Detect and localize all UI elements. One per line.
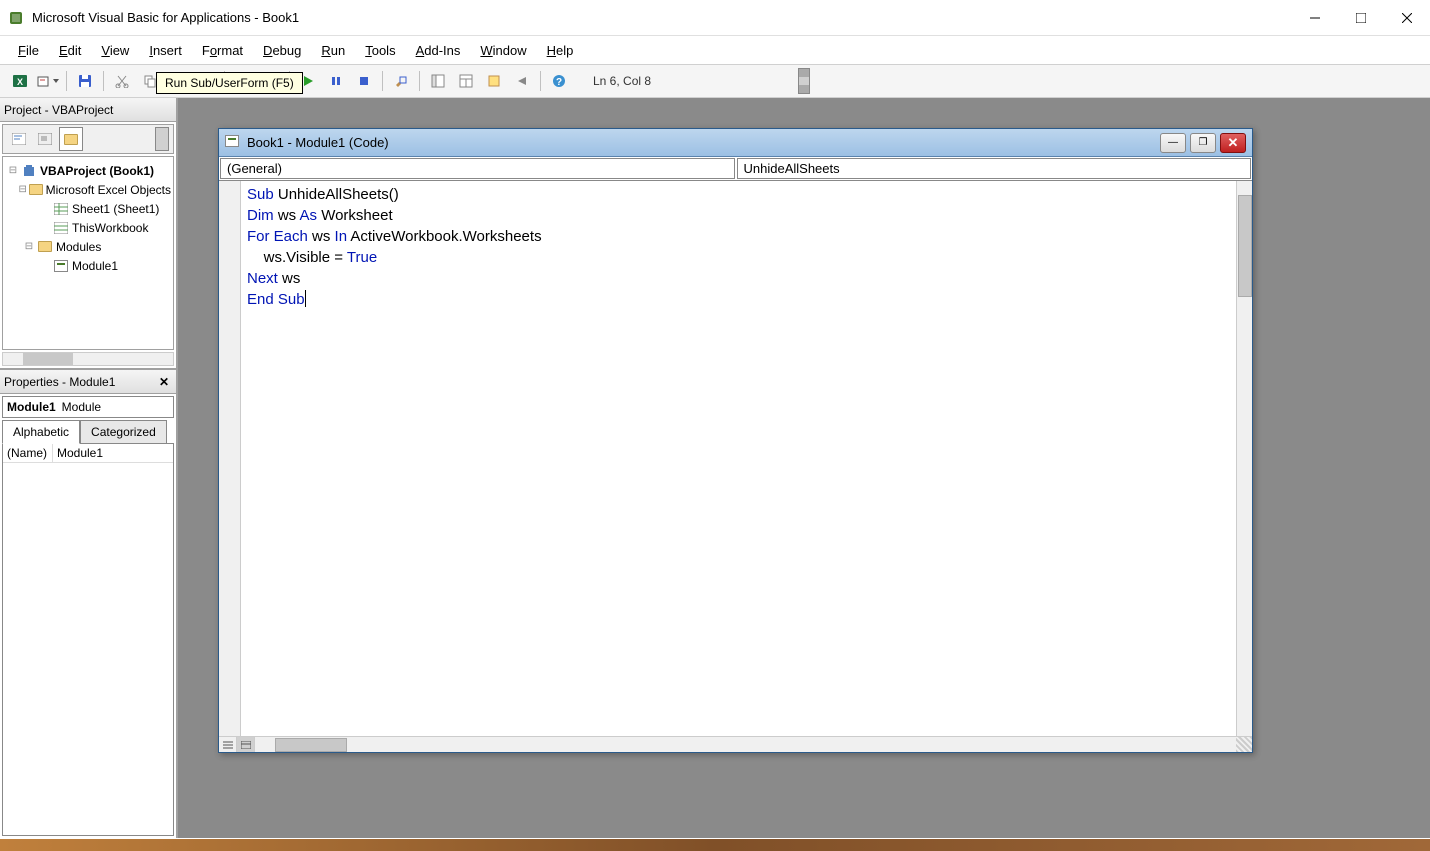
code-hscroll[interactable] [255,737,1236,752]
close-button[interactable] [1384,0,1430,36]
code-window-title: Book1 - Module1 (Code) [247,135,1156,150]
sidebar: Project - VBAProject ⊟VBAProject (Book1)… [0,98,178,838]
cut-button[interactable] [110,69,134,93]
procedure-combo[interactable]: UnhideAllSheets [737,158,1252,179]
properties-window-button[interactable] [454,69,478,93]
procedure-view-button[interactable] [219,737,237,752]
svg-text:X: X [17,77,23,87]
module-icon [225,135,241,151]
project-tree[interactable]: ⊟VBAProject (Book1) ⊟Microsoft Excel Obj… [2,156,174,350]
object-combo[interactable]: (General) [220,158,735,179]
mdi-client-area: Book1 - Module1 (Code) — ❐ ✕ (General) U… [178,98,1430,838]
tree-sheet1[interactable]: Sheet1 (Sheet1) [5,199,171,218]
menubar: File Edit View Insert Format Debug Run T… [0,36,1430,64]
titlebar: Microsoft Visual Basic for Applications … [0,0,1430,36]
menu-run[interactable]: Run [311,39,355,62]
properties-grid[interactable]: (Name) Module1 [2,443,174,836]
properties-close-button[interactable]: ✕ [156,374,172,390]
code-window: Book1 - Module1 (Code) — ❐ ✕ (General) U… [218,128,1253,753]
menu-insert[interactable]: Insert [139,39,192,62]
properties-tabs: Alphabetic Categorized [2,420,174,444]
code-dropdowns: (General) UnhideAllSheets [219,157,1252,181]
menu-format[interactable]: Format [192,39,253,62]
project-explorer-button[interactable] [426,69,450,93]
properties-panel-title: Properties - Module1 [4,375,115,389]
property-name: (Name) [3,444,53,462]
object-browser-button[interactable] [482,69,506,93]
project-scroll-button[interactable] [155,127,169,151]
reset-button[interactable] [352,69,376,93]
project-toolbar [2,124,174,154]
window-title: Microsoft Visual Basic for Applications … [32,10,1292,25]
menu-view[interactable]: View [91,39,139,62]
text-cursor [305,290,306,307]
menu-edit[interactable]: Edit [49,39,91,62]
code-window-titlebar[interactable]: Book1 - Module1 (Code) — ❐ ✕ [219,129,1252,157]
menu-window[interactable]: Window [470,39,536,62]
properties-panel: Properties - Module1 ✕ Module1Module Alp… [0,370,176,838]
properties-panel-header: Properties - Module1 ✕ [0,370,176,394]
view-code-button[interactable] [7,127,31,151]
tree-excel-objects[interactable]: ⊟Microsoft Excel Objects [5,180,171,199]
tree-thisworkbook[interactable]: ThisWorkbook [5,218,171,237]
properties-object-combo[interactable]: Module1Module [2,396,174,418]
menu-file[interactable]: File [8,39,49,62]
project-hscroll[interactable] [2,352,174,366]
toggle-folders-button[interactable] [59,127,83,151]
tree-module1[interactable]: Module1 [5,256,171,275]
project-panel-header: Project - VBAProject [0,98,176,122]
tree-root[interactable]: ⊟VBAProject (Book1) [5,161,171,180]
code-maximize-button[interactable]: ❐ [1190,133,1216,153]
design-mode-button[interactable] [389,69,413,93]
minimize-button[interactable] [1292,0,1338,36]
main-area: Project - VBAProject ⊟VBAProject (Book1)… [0,98,1430,838]
window-controls [1292,0,1430,36]
insert-module-button[interactable] [36,69,60,93]
save-button[interactable] [73,69,97,93]
menu-tools[interactable]: Tools [355,39,405,62]
menu-addins[interactable]: Add-Ins [406,39,471,62]
code-close-button[interactable]: ✕ [1220,133,1246,153]
code-vscroll[interactable] [1236,181,1252,736]
maximize-button[interactable] [1338,0,1384,36]
toolbar-overflow[interactable] [798,68,810,94]
project-panel-title: Project - VBAProject [4,103,113,117]
code-footer [219,736,1252,752]
menu-debug[interactable]: Debug [253,39,311,62]
view-excel-button[interactable]: X [8,69,32,93]
full-module-view-button[interactable] [237,737,255,752]
view-object-button[interactable] [33,127,57,151]
help-button[interactable]: ? [547,69,571,93]
code-minimize-button[interactable]: — [1160,133,1186,153]
toolbox-button[interactable] [510,69,534,93]
property-row[interactable]: (Name) Module1 [3,444,173,463]
cursor-position: Ln 6, Col 8 [593,74,651,88]
resize-grip[interactable] [1236,737,1252,752]
tab-alphabetic[interactable]: Alphabetic [2,420,80,444]
menu-help[interactable]: Help [537,39,584,62]
tab-categorized[interactable]: Categorized [80,420,167,444]
code-editor[interactable]: Sub UnhideAllSheets() Dim ws As Workshee… [241,181,1236,736]
code-margin[interactable] [219,181,241,736]
svg-text:?: ? [556,77,562,88]
app-icon [8,10,24,26]
bottom-decoration [0,839,1430,851]
tooltip: Run Sub/UserForm (F5) [156,72,303,94]
break-button[interactable] [324,69,348,93]
property-value[interactable]: Module1 [53,444,173,462]
code-body: Sub UnhideAllSheets() Dim ws As Workshee… [219,181,1252,736]
tree-modules-folder[interactable]: ⊟Modules [5,237,171,256]
project-explorer-panel: Project - VBAProject ⊟VBAProject (Book1)… [0,98,176,370]
